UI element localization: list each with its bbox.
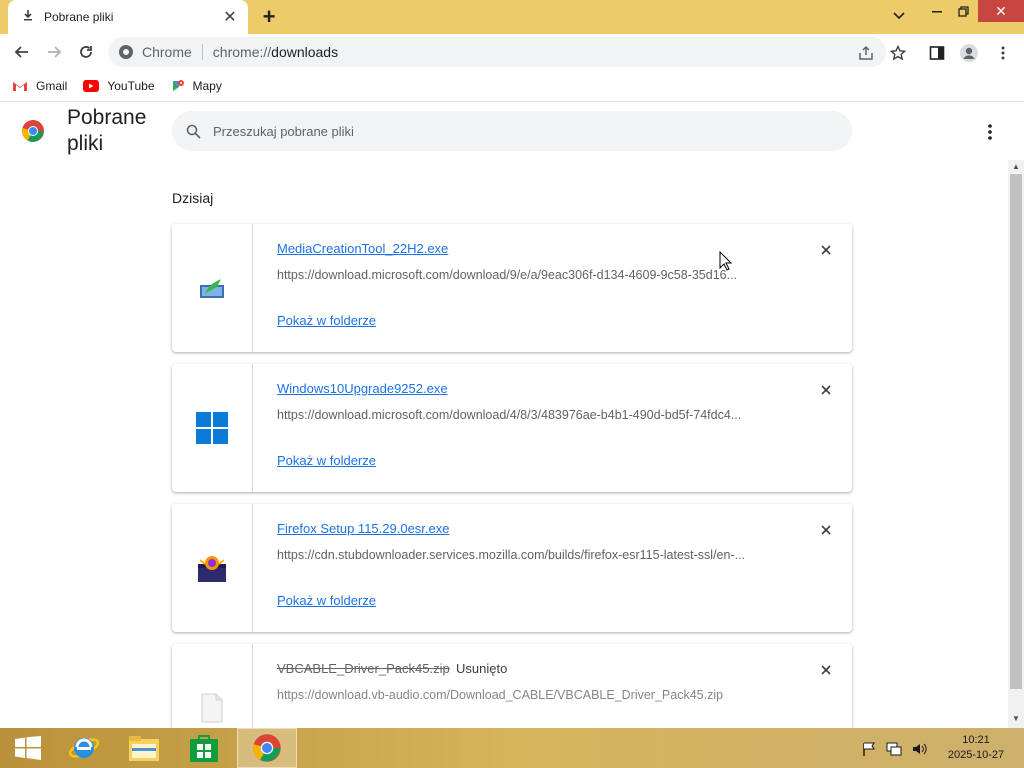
windows-logo-icon bbox=[196, 412, 228, 444]
search-icon bbox=[186, 124, 201, 139]
side-panel-icon[interactable] bbox=[926, 42, 948, 64]
bookmark-youtube[interactable]: YouTube bbox=[83, 79, 155, 93]
clock-date: 2025-10-27 bbox=[947, 749, 1005, 761]
bookmark-star-icon[interactable] bbox=[887, 42, 909, 64]
show-in-folder-link[interactable]: Pokaż w folderze bbox=[277, 593, 376, 608]
file-icon-column bbox=[172, 644, 253, 728]
file-name-link[interactable]: Windows10Upgrade9252.exe bbox=[277, 381, 448, 396]
address-bar[interactable]: Chrome chrome://downloads bbox=[108, 37, 886, 67]
download-icon bbox=[22, 8, 34, 26]
omnibox-url: chrome://downloads bbox=[213, 44, 338, 60]
taskbar-clock[interactable]: 10:21 2025-10-27 bbox=[940, 733, 1012, 763]
bookmark-label: YouTube bbox=[107, 79, 155, 93]
source-url: https://download.vb-audio.com/Download_C… bbox=[277, 688, 724, 702]
new-tab-button[interactable]: + bbox=[256, 4, 282, 30]
taskbar-internet-explorer[interactable] bbox=[56, 728, 112, 768]
tab-title: Pobrane pliki bbox=[44, 10, 114, 24]
minimize-button[interactable] bbox=[924, 0, 950, 22]
taskbar-file-explorer[interactable] bbox=[116, 728, 172, 768]
scroll-thumb[interactable] bbox=[1010, 174, 1022, 689]
tab-search-chevron-icon[interactable] bbox=[888, 5, 910, 27]
download-item: Windows10Upgrade9252.exe https://downloa… bbox=[172, 364, 852, 492]
mouse-cursor-icon bbox=[719, 250, 733, 271]
youtube-icon bbox=[83, 80, 100, 92]
show-in-folder-link[interactable]: Pokaż w folderze bbox=[277, 313, 376, 328]
page-scrollbar[interactable]: ▲ ▼ bbox=[1008, 160, 1024, 728]
remove-item-icon[interactable] bbox=[816, 380, 836, 400]
action-center-flag-icon[interactable] bbox=[862, 742, 876, 756]
source-url: https://cdn.stubdownloader.services.mozi… bbox=[277, 548, 746, 562]
source-url: https://download.microsoft.com/download/… bbox=[277, 268, 738, 282]
reload-button[interactable] bbox=[72, 38, 100, 66]
source-url: https://download.microsoft.com/download/… bbox=[277, 408, 742, 422]
close-window-button[interactable]: ✕ bbox=[978, 0, 1024, 22]
more-actions-icon[interactable] bbox=[980, 122, 1000, 142]
clock-time: 10:21 bbox=[962, 734, 990, 746]
file-name-link[interactable]: Firefox Setup 115.29.0esr.exe bbox=[277, 521, 449, 536]
file-name-link[interactable]: MediaCreationTool_22H2.exe bbox=[277, 241, 448, 256]
gmail-icon bbox=[12, 80, 28, 92]
file-name-link[interactable]: VBCABLE_Driver_Pack45.zip bbox=[277, 661, 450, 676]
scroll-up-arrow-icon[interactable]: ▲ bbox=[1008, 160, 1024, 172]
download-item-removed: VBCABLE_Driver_Pack45.zip Usunięto https… bbox=[172, 644, 852, 728]
internet-explorer-icon bbox=[68, 733, 100, 763]
file-icon-column bbox=[172, 224, 253, 352]
status-badge: Usunięto bbox=[456, 661, 508, 676]
show-in-folder-link[interactable]: Pokaż w folderze bbox=[277, 453, 376, 468]
network-icon[interactable] bbox=[886, 742, 902, 756]
chrome-taskbar-icon bbox=[252, 733, 282, 763]
file-explorer-icon bbox=[128, 734, 160, 762]
file-icon-column bbox=[172, 504, 253, 632]
file-icon-column bbox=[172, 364, 253, 492]
tab-downloads[interactable]: Pobrane pliki ✕ bbox=[8, 0, 248, 34]
chrome-logo-icon bbox=[21, 119, 45, 143]
taskbar-chrome[interactable] bbox=[237, 728, 297, 768]
remove-item-icon[interactable] bbox=[816, 520, 836, 540]
page-title: Pobrane pliki bbox=[67, 106, 147, 155]
omnibox-url-scheme: chrome:// bbox=[212, 44, 272, 60]
installer-box-icon bbox=[196, 552, 228, 584]
scroll-down-arrow-icon[interactable]: ▼ bbox=[1008, 712, 1024, 724]
chrome-menu-icon[interactable] bbox=[992, 42, 1014, 64]
zip-file-icon bbox=[200, 693, 224, 723]
date-section-label: Dzisiaj bbox=[172, 190, 214, 206]
media-creation-tool-icon bbox=[199, 277, 225, 299]
windows-store-icon bbox=[189, 733, 219, 763]
download-item: MediaCreationTool_22H2.exe https://downl… bbox=[172, 224, 852, 352]
close-tab-icon[interactable]: ✕ bbox=[218, 5, 242, 29]
tab-strip: Pobrane pliki ✕ + ✕ bbox=[0, 0, 1024, 34]
bookmark-label: Mapy bbox=[192, 79, 222, 93]
restore-button[interactable] bbox=[950, 0, 976, 22]
remove-item-icon[interactable] bbox=[816, 240, 836, 260]
chrome-site-icon bbox=[118, 44, 134, 60]
bookmark-gmail[interactable]: Gmail bbox=[12, 79, 67, 93]
downloads-search[interactable] bbox=[172, 111, 852, 151]
start-button[interactable] bbox=[0, 728, 56, 768]
windows-start-icon bbox=[15, 736, 41, 760]
back-button[interactable] bbox=[8, 38, 36, 66]
downloads-page: Pobrane pliki Dzisiaj MediaCreationTool_… bbox=[0, 102, 1024, 728]
system-tray bbox=[862, 740, 938, 758]
profile-avatar-icon[interactable] bbox=[958, 42, 980, 64]
search-input[interactable] bbox=[211, 122, 815, 140]
omnibox-site-label: Chrome bbox=[142, 44, 192, 60]
omnibox-divider bbox=[201, 44, 203, 60]
download-item: Firefox Setup 115.29.0esr.exe https://cd… bbox=[172, 504, 852, 632]
volume-icon[interactable] bbox=[912, 742, 928, 756]
maps-icon bbox=[171, 79, 185, 93]
bookmark-label: Gmail bbox=[36, 79, 68, 93]
forward-button[interactable] bbox=[40, 38, 68, 66]
remove-item-icon[interactable] bbox=[816, 660, 836, 680]
browser-toolbar: Chrome chrome://downloads bbox=[0, 34, 1024, 71]
omnibox-url-path: downloads bbox=[271, 44, 339, 60]
bookmark-maps[interactable]: Mapy bbox=[171, 79, 222, 93]
bookmarks-bar: Gmail YouTube Mapy bbox=[0, 71, 1024, 102]
share-icon[interactable] bbox=[855, 42, 877, 64]
taskbar-store[interactable] bbox=[176, 728, 232, 768]
windows-taskbar: 10:21 2025-10-27 bbox=[0, 728, 1024, 768]
